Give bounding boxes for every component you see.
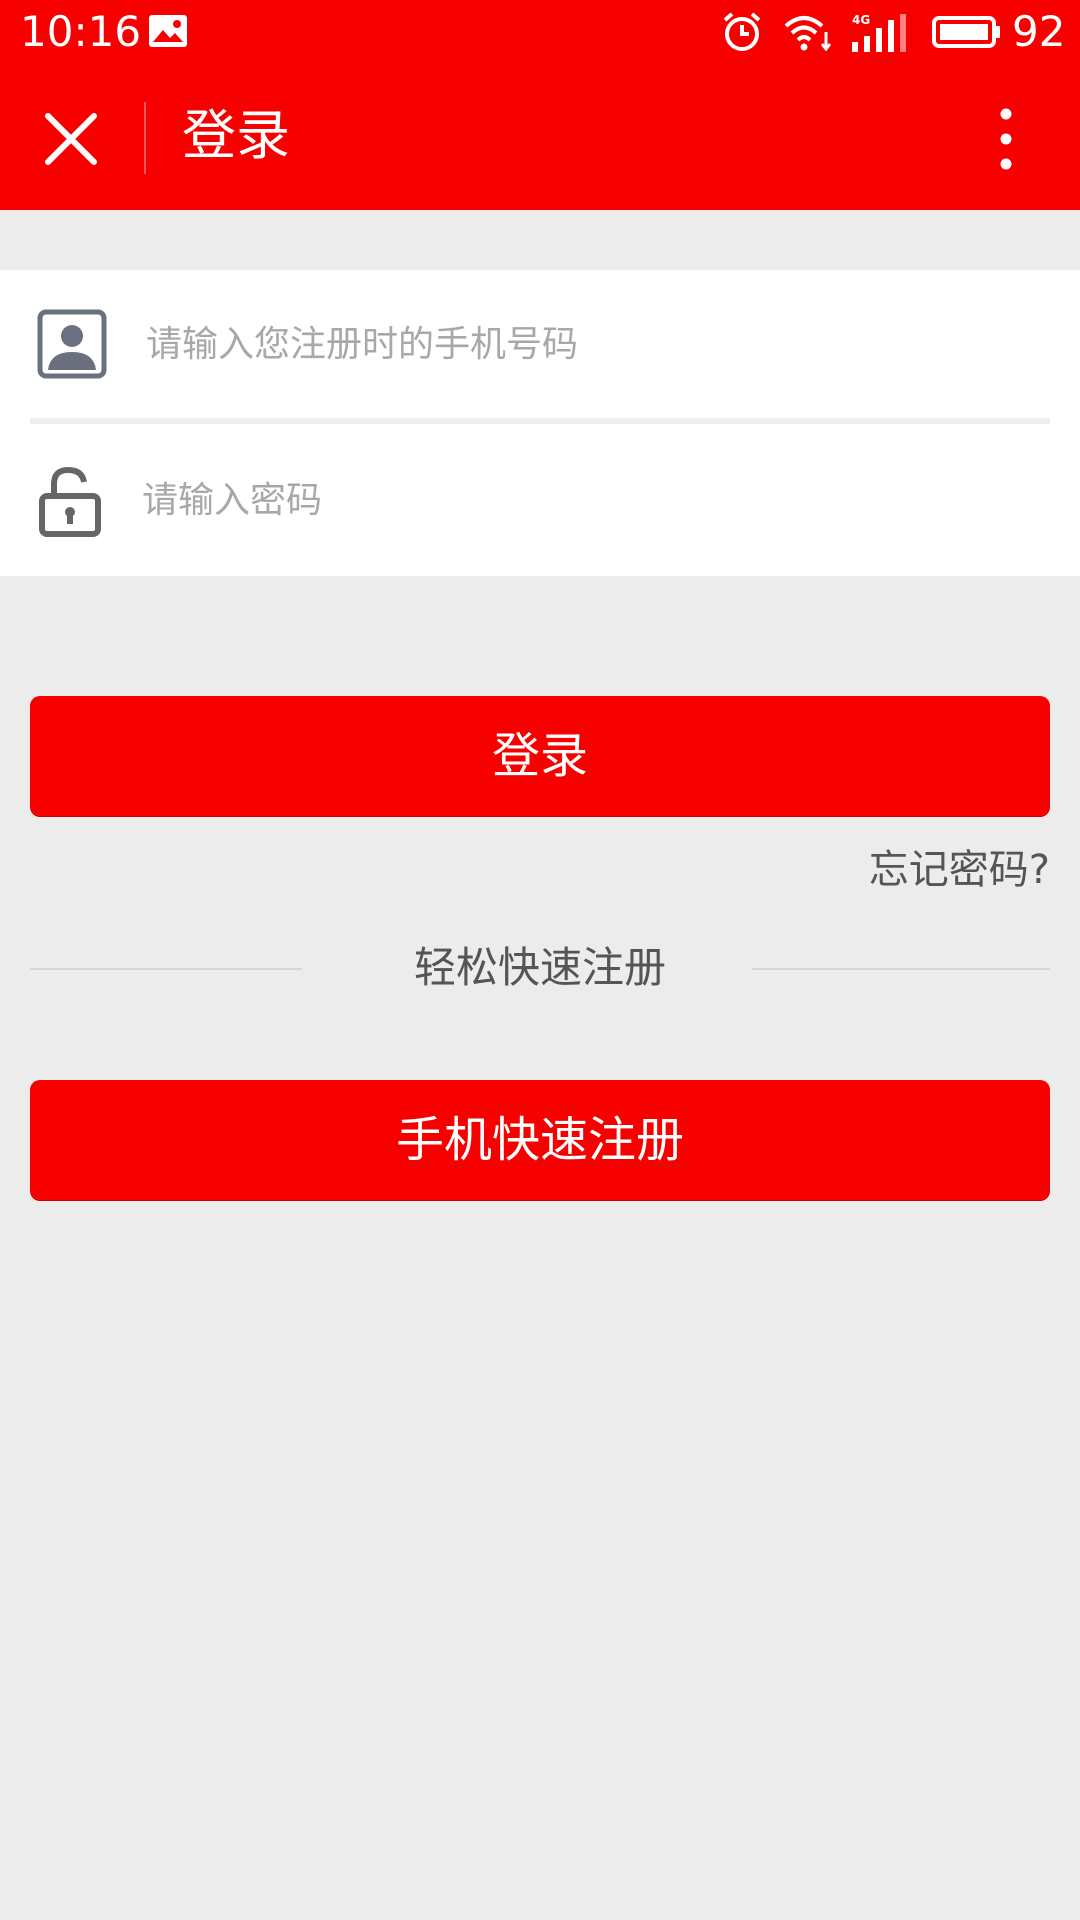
phone-register-button[interactable]: 手机快速注册 xyxy=(30,1080,1050,1200)
gallery-icon xyxy=(148,14,188,48)
more-vertical-icon[interactable] xyxy=(990,104,1022,174)
phone-input[interactable] xyxy=(144,306,1048,382)
battery-icon xyxy=(932,14,1002,50)
status-bar: 10:16 4G 92 xyxy=(0,0,1080,64)
divider-line-right xyxy=(752,968,1050,970)
user-portrait-icon xyxy=(36,308,108,384)
login-form xyxy=(0,270,1080,576)
app-bar-divider xyxy=(144,102,146,174)
signal-4g-icon: 4G xyxy=(850,12,910,54)
app-bar: 登录 xyxy=(0,64,1080,210)
battery-percent: 92 xyxy=(1012,7,1066,56)
password-input[interactable] xyxy=(140,462,1044,538)
status-time: 10:16 xyxy=(20,7,142,56)
page-title: 登录 xyxy=(182,104,290,167)
close-icon[interactable] xyxy=(40,108,102,170)
wifi-icon xyxy=(782,12,834,54)
password-row xyxy=(0,426,1080,572)
alarm-icon xyxy=(720,10,764,54)
phone-row xyxy=(0,270,1080,416)
field-divider xyxy=(30,418,1050,424)
login-button[interactable]: 登录 xyxy=(30,696,1050,816)
forgot-password-link[interactable]: 忘记密码? xyxy=(869,842,1050,898)
unlocked-padlock-icon xyxy=(36,462,108,538)
svg-text:4G: 4G xyxy=(852,13,870,27)
